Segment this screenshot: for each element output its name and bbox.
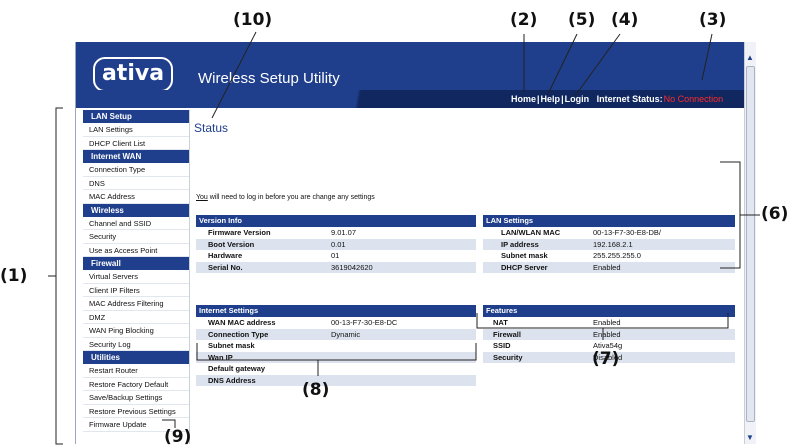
callout-8: (8)	[302, 380, 330, 400]
callout-5: (5)	[568, 10, 596, 30]
callout-6: (6)	[761, 204, 789, 224]
callout-2: (2)	[510, 10, 538, 30]
callout-9: (9)	[164, 427, 192, 447]
callout-4: (4)	[611, 10, 639, 30]
callout-3: (3)	[699, 10, 727, 30]
callout-7: (7)	[592, 349, 620, 369]
callout-lines	[48, 31, 760, 445]
callout-10: (10)	[233, 10, 273, 30]
callout-1: (1)	[0, 266, 28, 286]
